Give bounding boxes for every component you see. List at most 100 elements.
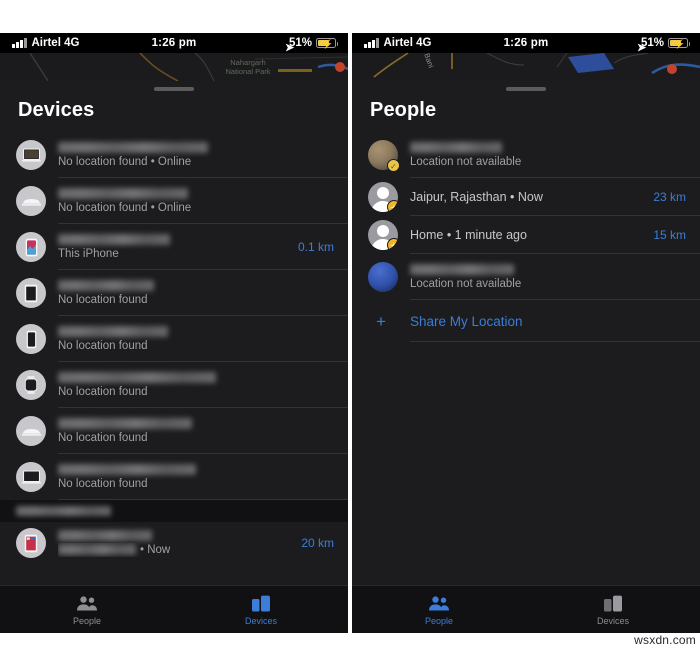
map-strip-right[interactable]: Bani — [352, 53, 700, 81]
person-name-redacted — [410, 263, 514, 275]
tab-people[interactable]: People — [0, 586, 174, 633]
device-notch — [99, 33, 249, 38]
device-subtitle: No location found — [58, 339, 148, 352]
watermark: wsxdn.com — [634, 633, 696, 647]
person-distance: 15 km — [653, 228, 686, 242]
device-row[interactable]: No location found • Online — [0, 178, 348, 224]
people-sheet: People ✓ Location not available ★ Jaipur… — [352, 81, 700, 585]
devices-sheet: Devices No location found • Online No lo… — [0, 81, 348, 585]
tab-people[interactable]: People — [352, 586, 526, 633]
person-row[interactable]: ★ Jaipur, Rajasthan • Now 23 km — [352, 178, 700, 216]
device-subtitle: No location found — [58, 293, 148, 306]
devices-title: Devices — [18, 99, 95, 121]
tabbar-right: People Devices — [352, 585, 700, 633]
mac-mini-alt-icon — [16, 416, 46, 446]
devices-list: No location found • Online No location f… — [0, 132, 348, 564]
tab-devices-label: Devices — [596, 616, 629, 626]
cellular-signal-icon — [364, 38, 379, 48]
battery-charging-icon: ⚡ — [668, 38, 690, 49]
share-my-location-label: Share My Location — [410, 313, 523, 329]
photo-avatar-tan: ✓ — [368, 140, 400, 172]
people-list: ✓ Location not available ★ Jaipur, Rajas… — [352, 132, 700, 342]
device-distance: 20 km — [301, 536, 334, 550]
device-name-redacted — [58, 141, 208, 153]
device-subtitle: This iPhone — [58, 247, 119, 260]
device-subtitle: No location found • Online — [58, 201, 192, 214]
device-subtitle: No location found — [58, 477, 148, 490]
device-row[interactable]: This iPhone 0.1 km — [0, 224, 348, 270]
person-placeholder-avatar: ★ — [368, 182, 398, 212]
person-subtitle: Location not available — [410, 277, 522, 290]
map-strip-left[interactable]: Nahargarh National Park — [0, 53, 348, 81]
share-my-location-row[interactable]: + Share My Location — [352, 300, 700, 342]
device-row[interactable]: No location found — [0, 362, 348, 408]
clock-label: 1:26 pm — [151, 37, 197, 49]
map-roads — [0, 53, 348, 81]
cellular-signal-icon — [12, 38, 27, 48]
iphone-alt-icon — [16, 324, 46, 354]
device-subtitle: No location found — [58, 385, 148, 398]
device-name-redacted — [58, 417, 192, 429]
people-icon — [428, 593, 450, 613]
device-subtitle-redacted — [58, 543, 136, 555]
devices-icon — [603, 593, 623, 613]
person-distance: 23 km — [653, 190, 686, 204]
people-title: People — [370, 99, 437, 121]
device-subtitle: • Now — [58, 543, 291, 557]
device-name-redacted — [58, 233, 170, 245]
macbook-icon — [16, 462, 46, 492]
device-row[interactable]: No location found — [0, 454, 348, 500]
device-row[interactable]: No location found — [0, 316, 348, 362]
person-subtitle: Jaipur, Rajasthan • Now — [410, 190, 543, 204]
tab-people-label: People — [72, 616, 102, 626]
right-phone-screenshot: Airtel 4G 1:26 pm ➤ 51% ⚡ Bani People ✓ … — [352, 33, 700, 633]
device-name-redacted — [58, 279, 154, 291]
check-badge-icon: ✓ — [387, 159, 400, 172]
ipad-icon — [16, 278, 46, 308]
map-roads — [352, 53, 700, 81]
plus-icon: + — [376, 311, 386, 331]
device-row[interactable]: No location found — [0, 270, 348, 316]
person-name-redacted — [410, 141, 502, 153]
group-name-redacted — [16, 506, 111, 516]
photo-avatar-blue — [368, 262, 398, 292]
battery-percent-label: 51% — [288, 37, 312, 49]
carrier-label: Airtel 4G — [31, 37, 80, 49]
device-name-redacted — [58, 187, 188, 199]
macbook-pro-icon — [16, 140, 46, 170]
ipad-red-icon — [16, 528, 46, 558]
device-notch — [451, 33, 601, 38]
device-subtitle: No location found — [58, 431, 148, 444]
tab-people-label: People — [424, 616, 454, 626]
person-row[interactable]: Location not available — [352, 254, 700, 300]
clock-label: 1:26 pm — [503, 37, 549, 49]
apple-watch-icon — [16, 370, 46, 400]
devices-icon — [251, 593, 271, 613]
battery-percent-label: 51% — [640, 37, 664, 49]
device-name-redacted — [58, 325, 168, 337]
person-row[interactable]: ✓ Location not available — [352, 132, 700, 178]
device-row[interactable]: • Now 20 km — [0, 522, 348, 564]
map-park-label: Nahargarh National Park — [225, 58, 271, 76]
device-distance: 0.1 km — [297, 240, 334, 254]
tab-devices[interactable]: Devices — [174, 586, 348, 633]
screenshot-canvas: Airtel 4G 1:26 pm ➤ 51% ⚡ Nahargarh Nati… — [0, 0, 700, 649]
device-name-redacted — [58, 529, 152, 541]
iphone-icon — [16, 232, 46, 262]
device-name-redacted — [58, 371, 216, 383]
star-badge-icon: ★ — [387, 238, 398, 250]
tab-devices[interactable]: Devices — [526, 586, 700, 633]
device-name-redacted — [58, 463, 196, 475]
mac-mini-icon — [16, 186, 46, 216]
device-row[interactable]: No location found — [0, 408, 348, 454]
device-subtitle: No location found • Online — [58, 155, 192, 168]
person-row[interactable]: ★ Home • 1 minute ago 15 km — [352, 216, 700, 254]
left-phone-screenshot: Airtel 4G 1:26 pm ➤ 51% ⚡ Nahargarh Nati… — [0, 33, 348, 633]
device-group-header — [0, 500, 348, 522]
tabbar-left: People Devices — [0, 585, 348, 633]
battery-charging-icon: ⚡ — [316, 38, 338, 49]
person-subtitle: Location not available — [410, 155, 522, 168]
person-subtitle: Home • 1 minute ago — [410, 228, 527, 242]
device-row[interactable]: No location found • Online — [0, 132, 348, 178]
person-placeholder-avatar: ★ — [368, 220, 398, 250]
